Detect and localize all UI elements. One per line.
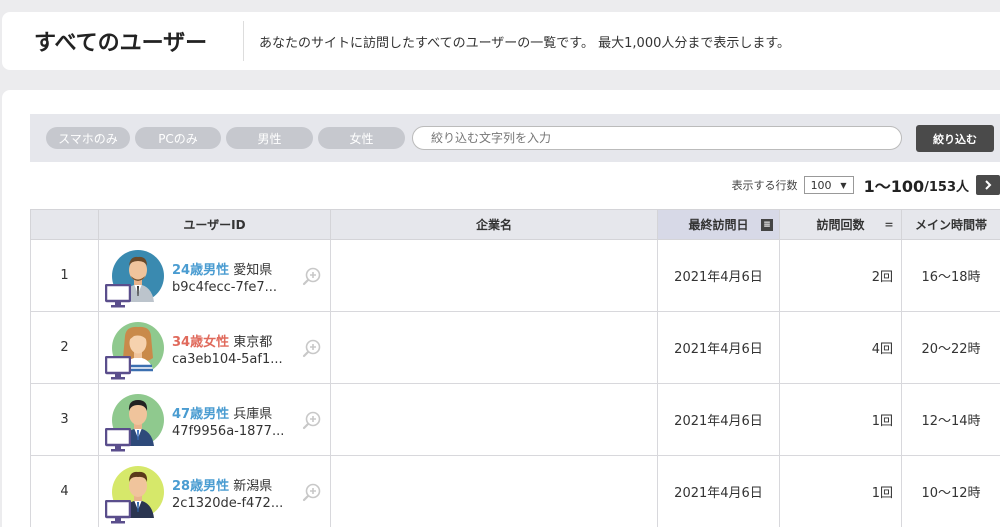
user-prefecture: 東京都 [233,334,273,350]
zoom-in-icon[interactable] [302,267,322,287]
column-header-user-id: ユーザーID [98,209,331,240]
table-row[interactable]: 1 24歳男性 愛知県 b9c4fecc-7fe7... 2021年4月6日 2… [30,239,1000,312]
column-header-number [30,209,99,240]
zoom-in-icon[interactable] [302,411,322,431]
company-cell [330,311,658,384]
user-prefecture: 愛知県 [233,262,273,278]
user-id: ca3eb104-5af1... [172,351,283,367]
visit-count-cell: 1回 [779,455,902,527]
table-header-row: ユーザーID 企業名 最終訪問日 ≡ 訪問回数 = メイン時間帯 [30,209,1000,240]
user-age-gender[interactable]: 47歳男性 [172,407,229,422]
row-number: 1 [30,239,99,312]
main-time-cell: 16〜18時 [901,239,1000,312]
table-row[interactable]: 4 28歳男性 新潟県 2c1320de-f472... 2021年4月6日 1… [30,455,1000,527]
main-time-cell: 10〜12時 [901,455,1000,527]
user-cell: 34歳女性 東京都 ca3eb104-5af1... [98,311,331,384]
chevron-right-icon [985,180,992,190]
dropdown-arrow-icon: ▼ [840,180,847,190]
row-number: 2 [30,311,99,384]
desktop-icon [105,499,131,523]
last-visit-cell: 2021年4月6日 [657,239,780,312]
pager-range: 1〜100 [863,177,925,196]
next-page-button[interactable] [976,175,1000,195]
column-header-main-time: メイン時間帯 [901,209,1000,240]
user-profile: 24歳男性 愛知県 [172,259,272,278]
user-id: 47f9956a-1877... [172,423,285,439]
company-cell [330,455,658,527]
desktop-icon [105,427,131,451]
page-title: すべてのユーザー [34,31,208,56]
column-header-company: 企業名 [330,209,658,240]
sort-icon[interactable]: = [883,219,895,231]
user-profile: 47歳男性 兵庫県 [172,403,272,422]
column-header-last-visit-label: 最終訪問日 [688,218,749,232]
user-profile: 28歳男性 新潟県 [172,475,272,494]
user-cell: 47歳男性 兵庫県 47f9956a-1877... [98,383,331,456]
column-header-visit-count-label: 訪問回数 [816,218,865,232]
sort-desc-icon[interactable]: ≡ [761,219,773,231]
column-header-visit-count[interactable]: 訪問回数 = [779,209,902,240]
row-number: 3 [30,383,99,456]
rows-per-page-value: 100 [810,178,832,192]
desktop-icon [105,283,131,307]
user-table: ユーザーID 企業名 最終訪問日 ≡ 訪問回数 = メイン時間帯 1 24歳男性… [30,209,1000,527]
visit-count-cell: 2回 [779,239,902,312]
column-header-last-visit[interactable]: 最終訪問日 ≡ [657,209,780,240]
user-age-gender[interactable]: 28歳男性 [172,479,229,494]
table-row[interactable]: 2 34歳女性 東京都 ca3eb104-5af1... 2021年4月6日 4… [30,311,1000,384]
user-cell: 28歳男性 新潟県 2c1320de-f472... [98,455,331,527]
filter-male-button[interactable]: 男性 [226,127,313,149]
user-id: b9c4fecc-7fe7... [172,279,278,295]
visit-count-cell: 4回 [779,311,902,384]
user-cell: 24歳男性 愛知県 b9c4fecc-7fe7... [98,239,331,312]
table-row[interactable]: 3 47歳男性 兵庫県 47f9956a-1877... 2021年4月6日 1… [30,383,1000,456]
last-visit-cell: 2021年4月6日 [657,383,780,456]
main-time-cell: 12〜14時 [901,383,1000,456]
filter-smartphone-only-button[interactable]: スマホのみ [46,127,130,149]
row-number: 4 [30,455,99,527]
filter-bar: スマホのみ PCのみ 男性 女性 絞り込む [30,114,1000,162]
filter-search-input[interactable] [412,126,902,150]
visit-count-cell: 1回 [779,383,902,456]
page-header: すべてのユーザー あなたのサイトに訪問したすべてのユーザーの一覧です。 最大1,… [2,12,1000,70]
company-cell [330,239,658,312]
user-id: 2c1320de-f472... [172,495,284,511]
zoom-in-icon[interactable] [302,339,322,359]
last-visit-cell: 2021年4月6日 [657,311,780,384]
user-profile: 34歳女性 東京都 [172,331,272,350]
main-time-cell: 20〜22時 [901,311,1000,384]
page-description: あなたのサイトに訪問したすべてのユーザーの一覧です。 最大1,000人分まで表示… [259,35,791,51]
filter-female-button[interactable]: 女性 [318,127,405,149]
user-prefecture: 新潟県 [233,478,273,494]
user-list-panel: スマホのみ PCのみ 男性 女性 絞り込む 表示する行数 100 ▼ 1〜100… [2,90,1000,527]
rows-per-page-select[interactable]: 100 ▼ [803,176,854,194]
user-age-gender[interactable]: 34歳女性 [172,335,229,350]
rows-per-page-label: 表示する行数 [731,179,798,192]
zoom-in-icon[interactable] [302,483,322,503]
desktop-icon [105,355,131,379]
user-age-gender[interactable]: 24歳男性 [172,263,229,278]
last-visit-cell: 2021年4月6日 [657,455,780,527]
filter-pc-only-button[interactable]: PCのみ [135,127,221,149]
pager-total: /153人 [924,179,969,195]
user-prefecture: 兵庫県 [233,406,273,422]
filter-submit-button[interactable]: 絞り込む [916,125,994,152]
company-cell [330,383,658,456]
pager: 表示する行数 100 ▼ 1〜100 /153人 [732,174,1000,196]
